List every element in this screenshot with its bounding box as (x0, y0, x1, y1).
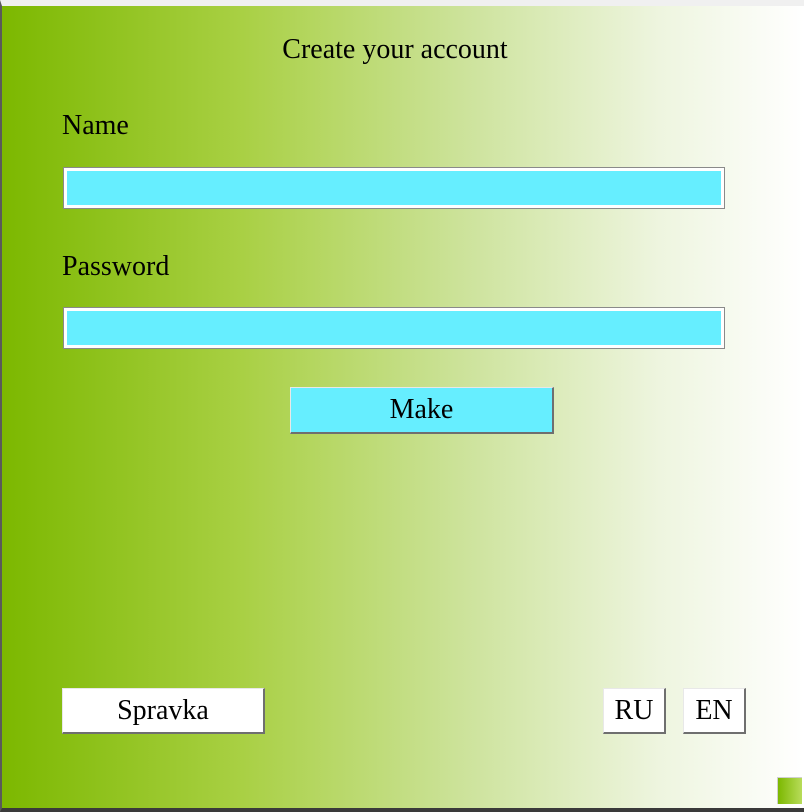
make-button[interactable]: Make (290, 387, 554, 434)
password-field-frame (63, 307, 725, 349)
language-en-button[interactable]: EN (683, 688, 746, 734)
password-input[interactable] (67, 311, 721, 345)
name-input[interactable] (67, 171, 721, 205)
resize-grip[interactable] (777, 777, 802, 804)
name-field-frame (63, 167, 725, 209)
form-title: Create your account (282, 34, 508, 65)
language-ru-button[interactable]: RU (603, 688, 666, 734)
help-button[interactable]: Spravka (62, 688, 265, 734)
registration-window: Create your account Name Password Make S… (0, 0, 804, 812)
password-label: Password (62, 251, 170, 282)
name-label: Name (62, 110, 129, 141)
